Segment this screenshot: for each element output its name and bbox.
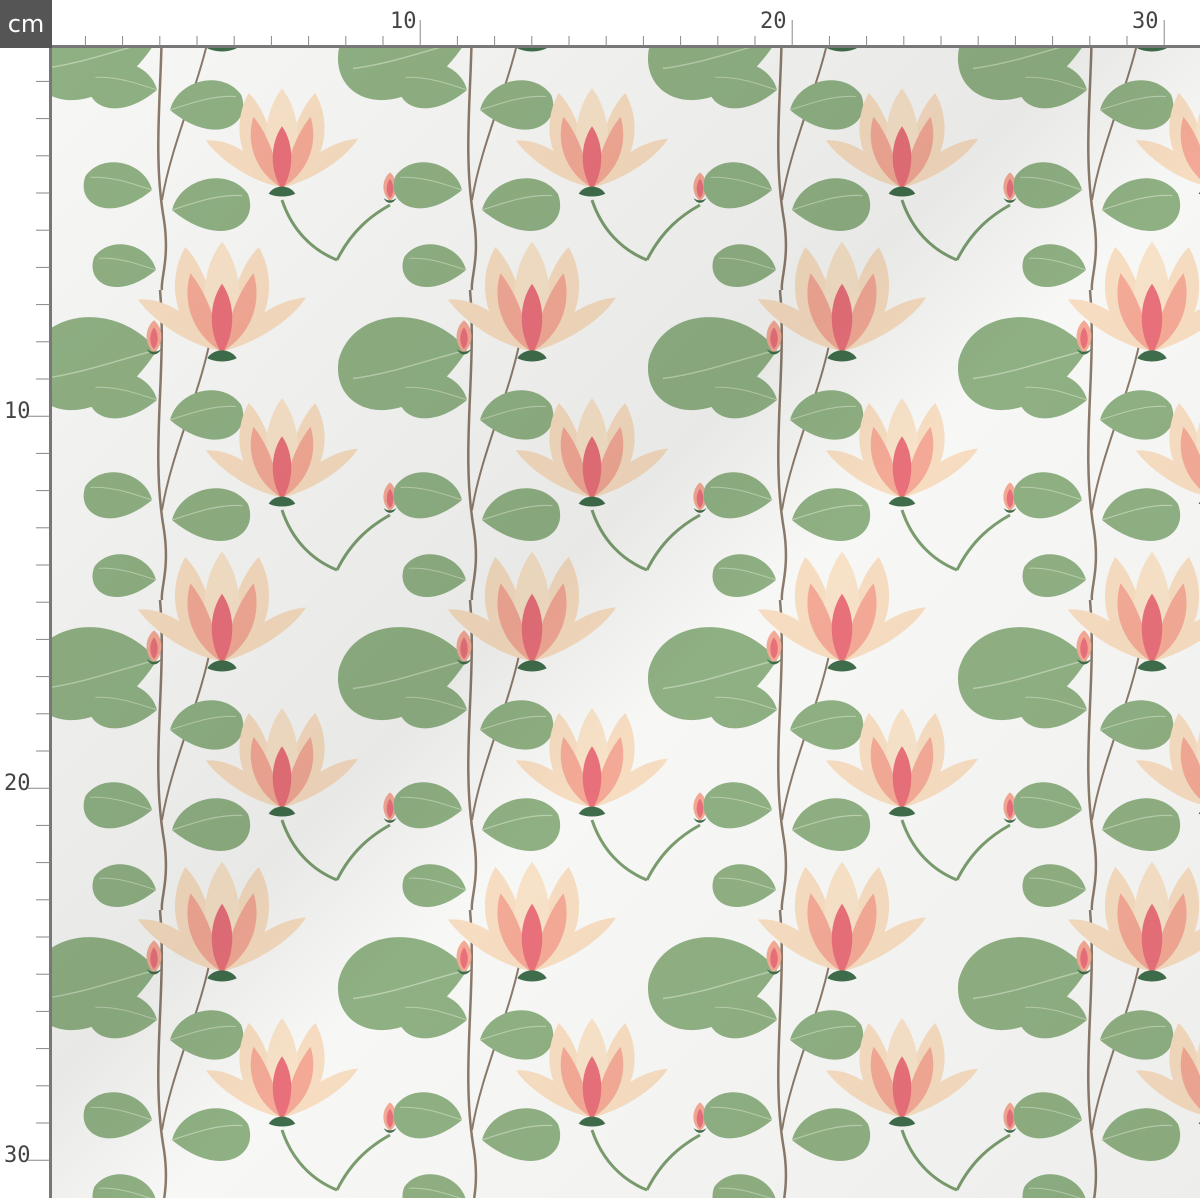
unit-label: cm	[0, 0, 52, 48]
ruler-left-label-30: 30	[4, 1143, 31, 1168]
ruler-left-label-10: 10	[4, 399, 31, 424]
ruler-top-label-10: 10	[390, 9, 417, 34]
ruler-top-label-30: 30	[1132, 9, 1159, 34]
pattern-tiles	[52, 48, 1200, 1198]
floral-pattern: 10 20 30 10 20 30	[0, 0, 1200, 1198]
ruler-top-label-20: 20	[760, 9, 787, 34]
ruler-left-label-20: 20	[4, 771, 31, 796]
fabric-preview: 10 20 30 10 20 30 cm	[0, 0, 1200, 1198]
ruler-top: 10 20 30	[52, 0, 1200, 48]
ruler-left: 10 20 30	[0, 48, 52, 1198]
